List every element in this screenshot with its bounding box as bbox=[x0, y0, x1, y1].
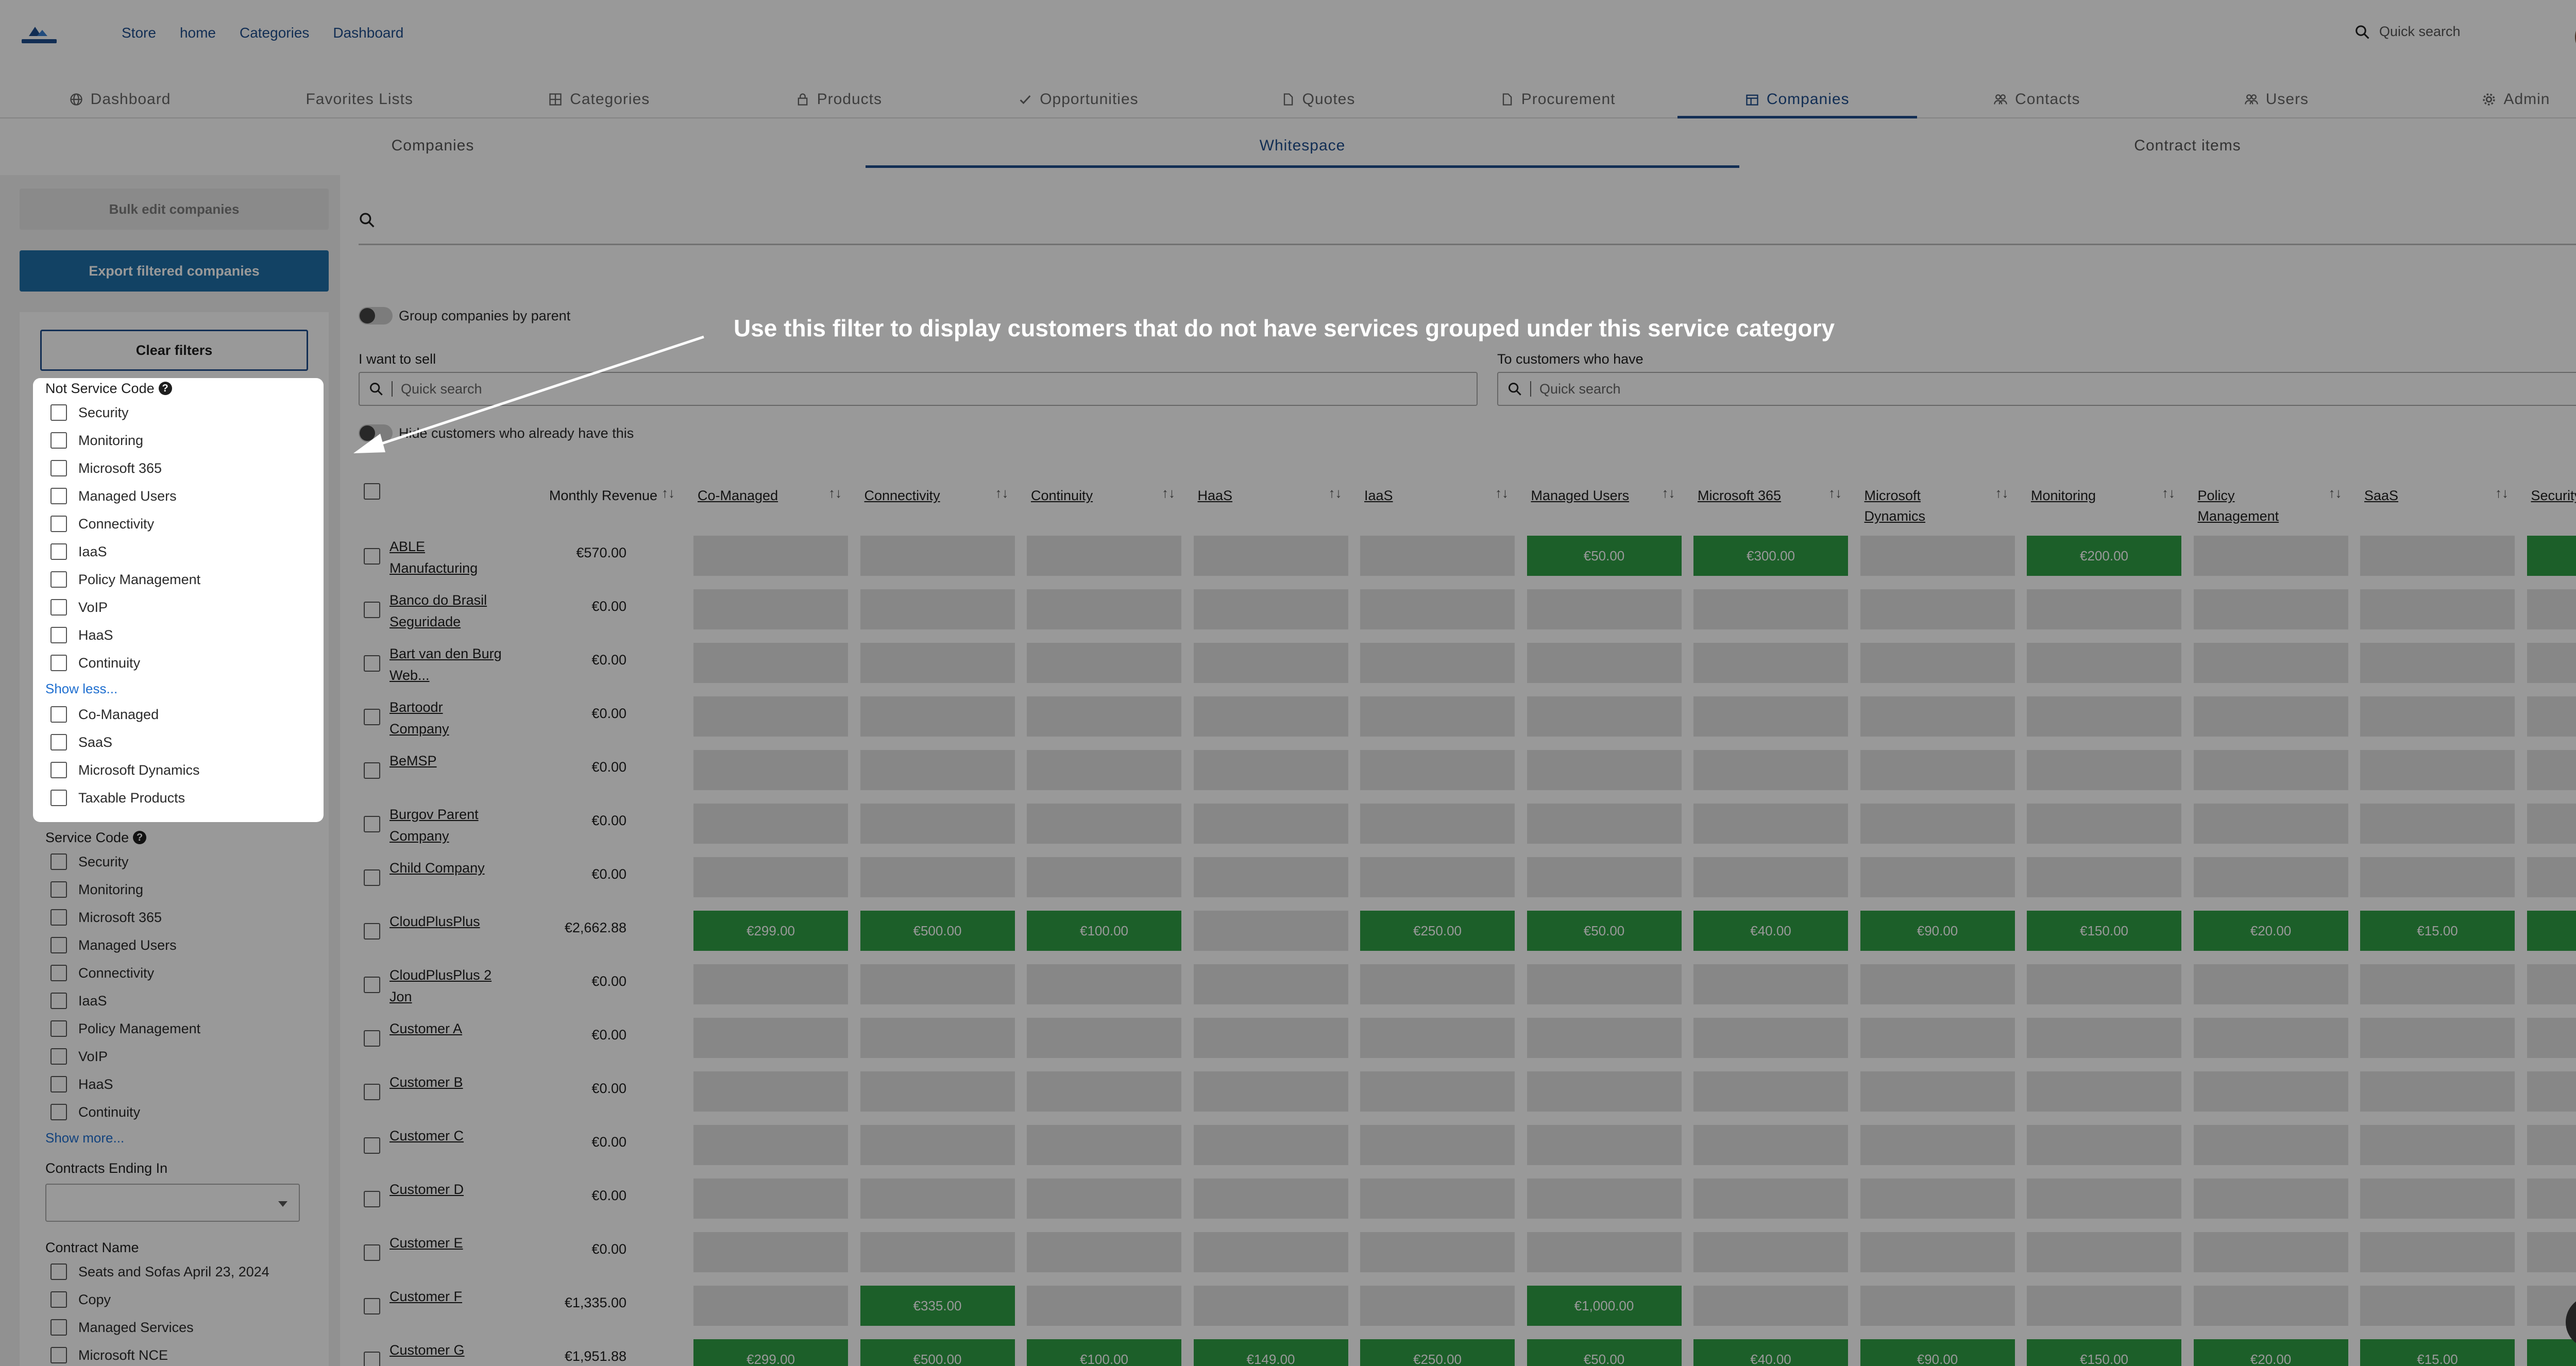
callout-text: Use this filter to display customers tha… bbox=[734, 315, 1835, 341]
whitespace-page: Store home Categories Dashboard Quick se… bbox=[0, 0, 2576, 1366]
callout-arrow-icon bbox=[353, 335, 704, 453]
